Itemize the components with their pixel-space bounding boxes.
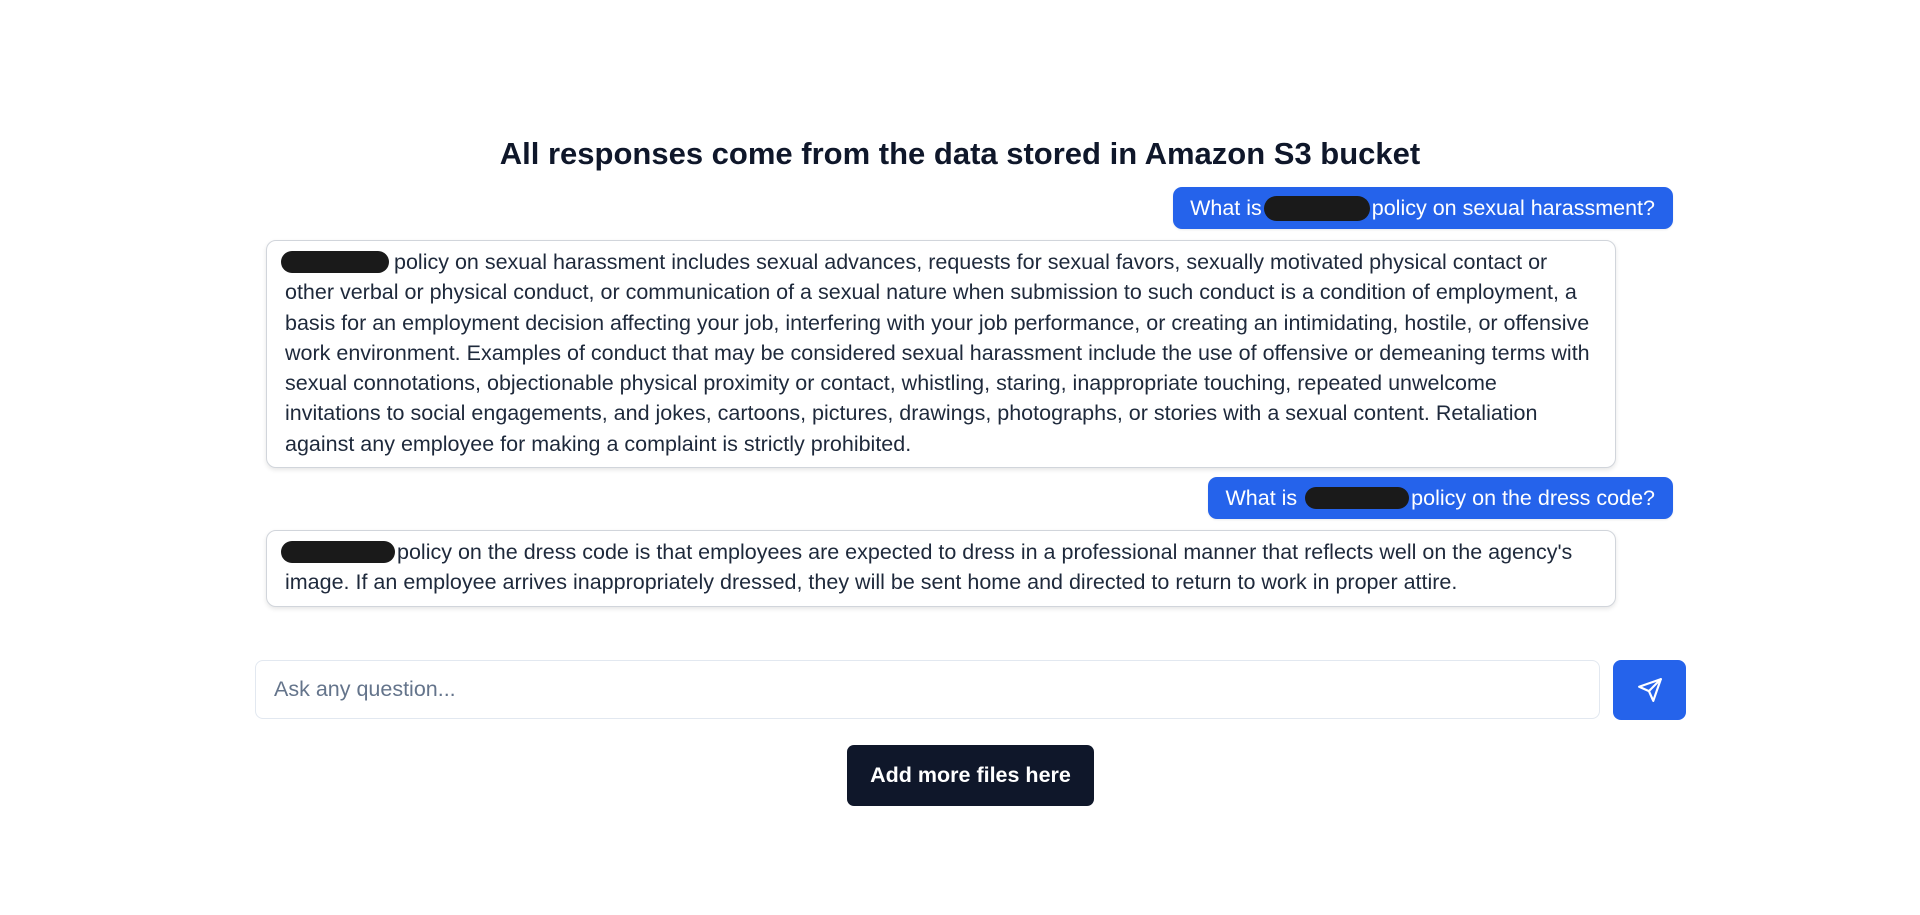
user-message-prefix: What is (1225, 486, 1298, 510)
send-button[interactable] (1613, 660, 1686, 720)
chat-page: All responses come from the data stored … (0, 0, 1920, 915)
user-message-suffix: policy on sexual harassment? (1371, 196, 1655, 220)
assistant-message-text: policy on the dress code is that employe… (285, 540, 1573, 595)
composer (255, 660, 1686, 721)
add-files-button[interactable]: Add more files here (847, 745, 1094, 806)
redaction-mark (1305, 487, 1410, 510)
send-icon (1637, 678, 1662, 702)
user-message: What is policy on sexual harassment? (1173, 187, 1673, 229)
assistant-message-text: policy on sexual harassment includes sex… (285, 250, 1590, 456)
question-input[interactable] (255, 660, 1600, 719)
redaction-mark (281, 251, 389, 274)
assistant-message: policy on sexual harassment includes sex… (266, 240, 1616, 469)
redaction-mark (1263, 195, 1370, 221)
user-message-suffix: policy on the dress code? (1411, 486, 1655, 510)
user-message-prefix: What is (1190, 196, 1262, 220)
user-message: What is policy on the dress code? (1208, 477, 1673, 519)
assistant-message: policy on the dress code is that employe… (266, 530, 1616, 607)
page-title: All responses come from the data stored … (499, 136, 1421, 171)
redaction-mark (281, 541, 395, 564)
